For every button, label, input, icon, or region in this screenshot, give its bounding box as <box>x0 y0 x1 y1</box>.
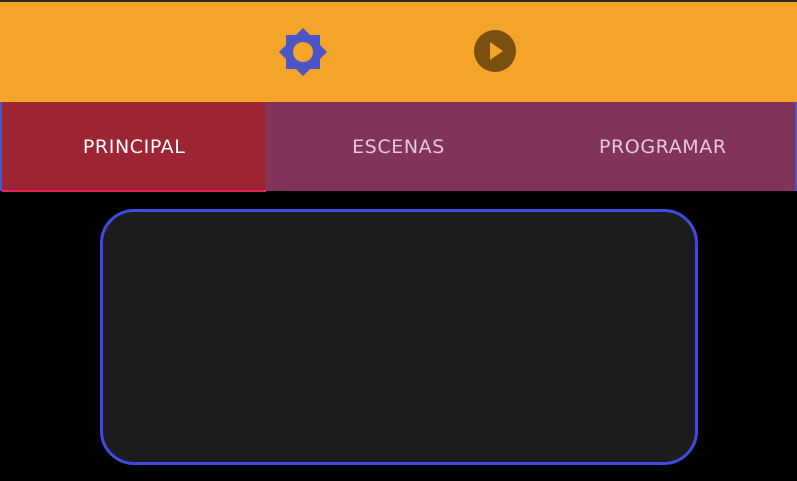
tab-programar[interactable]: PROGRAMAR <box>531 102 795 191</box>
play-circle-icon <box>474 30 516 72</box>
tab-escenas[interactable]: ESCENAS <box>266 102 530 191</box>
tab-principal[interactable]: PRINCIPAL <box>2 102 267 192</box>
app-window: PRINCIPAL ESCENAS PROGRAMAR <box>0 0 797 481</box>
tab-label: PRINCIPAL <box>82 135 186 158</box>
brightness-icon <box>279 28 327 76</box>
play-button[interactable] <box>472 28 518 74</box>
tab-bar: PRINCIPAL ESCENAS PROGRAMAR <box>0 102 797 192</box>
toolbar <box>0 2 797 102</box>
tab-label: PROGRAMAR <box>598 135 727 158</box>
tab-label: ESCENAS <box>352 135 445 158</box>
content-card <box>100 209 698 465</box>
brightness-button[interactable] <box>277 26 329 78</box>
